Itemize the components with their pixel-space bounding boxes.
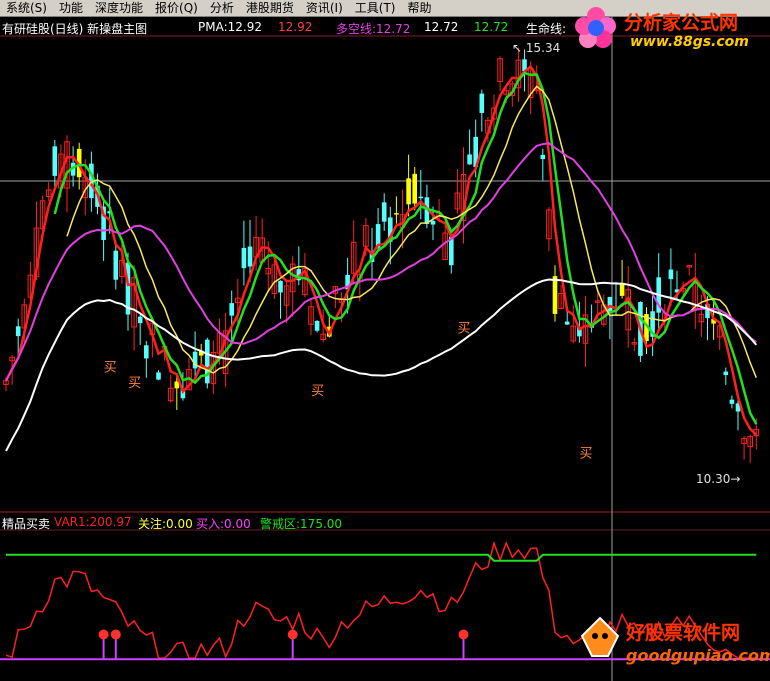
candle-body bbox=[552, 276, 558, 314]
flower-logo-icon bbox=[575, 7, 616, 48]
chart-title: 有研硅股(日线) 新操盘主图 bbox=[2, 22, 148, 36]
ma-magenta-line bbox=[5, 142, 757, 382]
candle-body bbox=[381, 202, 387, 222]
buy-signal-label: 买 bbox=[580, 446, 593, 461]
duokong-value: 多空线:12.72 bbox=[336, 22, 411, 36]
pma-value: PMA:12.92 bbox=[198, 20, 262, 34]
top-logo-url: www.88gs.com bbox=[630, 34, 749, 50]
candle-body bbox=[314, 320, 320, 331]
fox-logo-icon bbox=[580, 616, 620, 657]
candle-body bbox=[430, 220, 436, 225]
var1-value: VAR1:200.97 bbox=[54, 515, 132, 529]
bottom-logo-text: 好股票软件网 bbox=[626, 622, 741, 644]
candle-body bbox=[412, 173, 417, 204]
candle-body bbox=[406, 178, 411, 205]
pma-red-value: 12.92 bbox=[278, 20, 313, 34]
bottom-logo: 好股票软件网 goodgupiao.com bbox=[570, 612, 770, 680]
bottom-logo-url: goodgupiao.com bbox=[626, 646, 770, 665]
candle-body bbox=[241, 247, 247, 269]
candle-body bbox=[540, 154, 546, 160]
indicator-title: 精品买卖 bbox=[2, 517, 51, 531]
candle-body bbox=[247, 246, 253, 267]
low-price-label: 10.30→ bbox=[696, 472, 740, 486]
candle-body bbox=[564, 321, 570, 325]
candle-body bbox=[668, 269, 674, 280]
ma-red-line bbox=[4, 64, 758, 436]
candle-body bbox=[479, 93, 485, 113]
candle-body bbox=[205, 339, 210, 384]
stock-chart[interactable]: 买买买买买↖ 15.3410.30→ bbox=[0, 0, 770, 681]
candle-body bbox=[156, 372, 161, 380]
buy-signal-label: 买 bbox=[128, 376, 141, 391]
indicator-info-bar: 精品买卖 VAR1:200.97 关注:0.00 买入:0.00 警戒区:175… bbox=[0, 514, 770, 531]
signal-ball-icon bbox=[287, 629, 298, 640]
candle-body bbox=[278, 280, 283, 293]
ma-value-5: 12.72 bbox=[474, 20, 509, 34]
candle-body bbox=[723, 371, 729, 376]
buy-signal-label: 买 bbox=[311, 384, 324, 399]
candle-body bbox=[144, 345, 149, 359]
candle-body bbox=[467, 154, 472, 165]
ma-value-4: 12.72 bbox=[424, 20, 459, 34]
ma-white-line bbox=[5, 278, 758, 452]
signal-ball-icon bbox=[458, 629, 469, 640]
buy-signal-label: 买 bbox=[104, 360, 117, 375]
candle-body bbox=[729, 399, 735, 404]
buy-signal-label: 买 bbox=[458, 321, 471, 336]
guanzhu-value: 关注:0.00 bbox=[138, 517, 193, 531]
candle-body bbox=[113, 250, 119, 280]
signal-ball-icon bbox=[98, 629, 109, 640]
lifeline-label: 生命线: bbox=[526, 22, 567, 36]
high-price-label: ↖ 15.34 bbox=[512, 41, 560, 55]
jingjie-value: 警戒区:175.00 bbox=[260, 517, 343, 531]
candle-body bbox=[394, 213, 399, 215]
mairu-value: 买入:0.00 bbox=[196, 517, 251, 531]
candle-body bbox=[418, 196, 424, 199]
candle-body bbox=[607, 296, 613, 313]
candle-body bbox=[52, 146, 58, 176]
warning-zone-line bbox=[6, 553, 757, 562]
candle-body bbox=[15, 326, 21, 337]
candle-body bbox=[229, 303, 234, 316]
top-logo-text: 分析家公式网 bbox=[624, 12, 739, 34]
candle-body bbox=[137, 316, 143, 324]
signal-ball-icon bbox=[110, 629, 121, 640]
top-logo: 分析家公式网 www.88gs.com bbox=[574, 4, 770, 56]
